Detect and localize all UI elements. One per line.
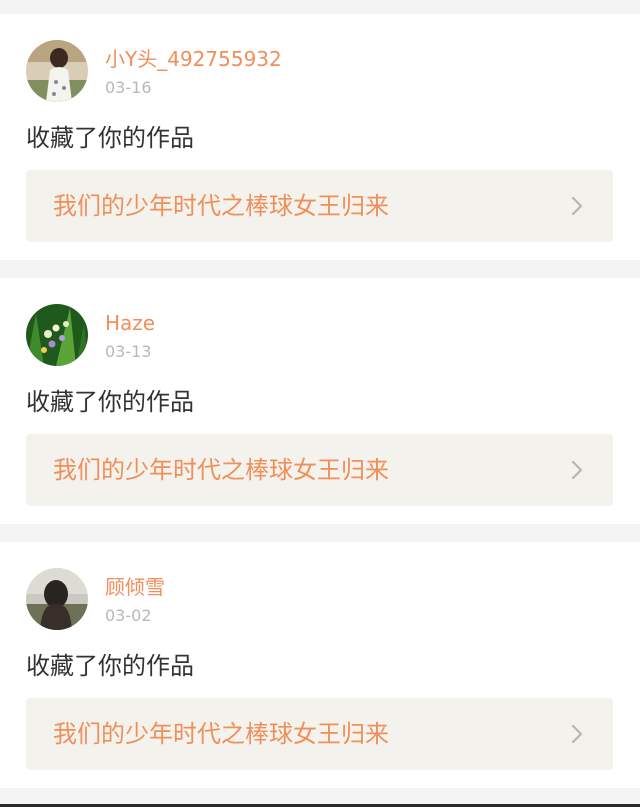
username[interactable]: 小Y头_492755932 — [105, 46, 282, 72]
timestamp: 03-02 — [105, 606, 152, 625]
chevron-right-icon — [571, 460, 583, 480]
work-link[interactable]: 我们的少年时代之棒球女王归来 — [26, 698, 613, 770]
user-avatar[interactable] — [26, 40, 88, 102]
notification-feed: 小Y头_492755932 03-16 收藏了你的作品 我们的少年时代之棒球女王… — [0, 0, 640, 807]
action-text: 收藏了你的作品 — [26, 124, 194, 152]
user-avatar[interactable] — [26, 568, 88, 630]
work-title: 我们的少年时代之棒球女王归来 — [53, 456, 389, 484]
work-title: 我们的少年时代之棒球女王归来 — [53, 720, 389, 748]
action-text: 收藏了你的作品 — [26, 388, 194, 416]
timestamp: 03-13 — [105, 342, 152, 361]
action-text: 收藏了你的作品 — [26, 652, 194, 680]
username[interactable]: Haze — [105, 310, 155, 336]
notification-card: 小Y头_492755932 03-16 收藏了你的作品 我们的少年时代之棒球女王… — [0, 14, 640, 260]
notification-card: 顾倾雪 03-02 收藏了你的作品 我们的少年时代之棒球女王归来 — [0, 542, 640, 788]
chevron-right-icon — [571, 724, 583, 744]
work-link[interactable]: 我们的少年时代之棒球女王归来 — [26, 434, 613, 506]
chevron-right-icon — [571, 196, 583, 216]
username[interactable]: 顾倾雪 — [105, 574, 165, 600]
notification-card: Haze 03-13 收藏了你的作品 我们的少年时代之棒球女王归来 — [0, 278, 640, 524]
user-avatar[interactable] — [26, 304, 88, 366]
work-title: 我们的少年时代之棒球女王归来 — [53, 192, 389, 220]
timestamp: 03-16 — [105, 78, 152, 97]
work-link[interactable]: 我们的少年时代之棒球女王归来 — [26, 170, 613, 242]
